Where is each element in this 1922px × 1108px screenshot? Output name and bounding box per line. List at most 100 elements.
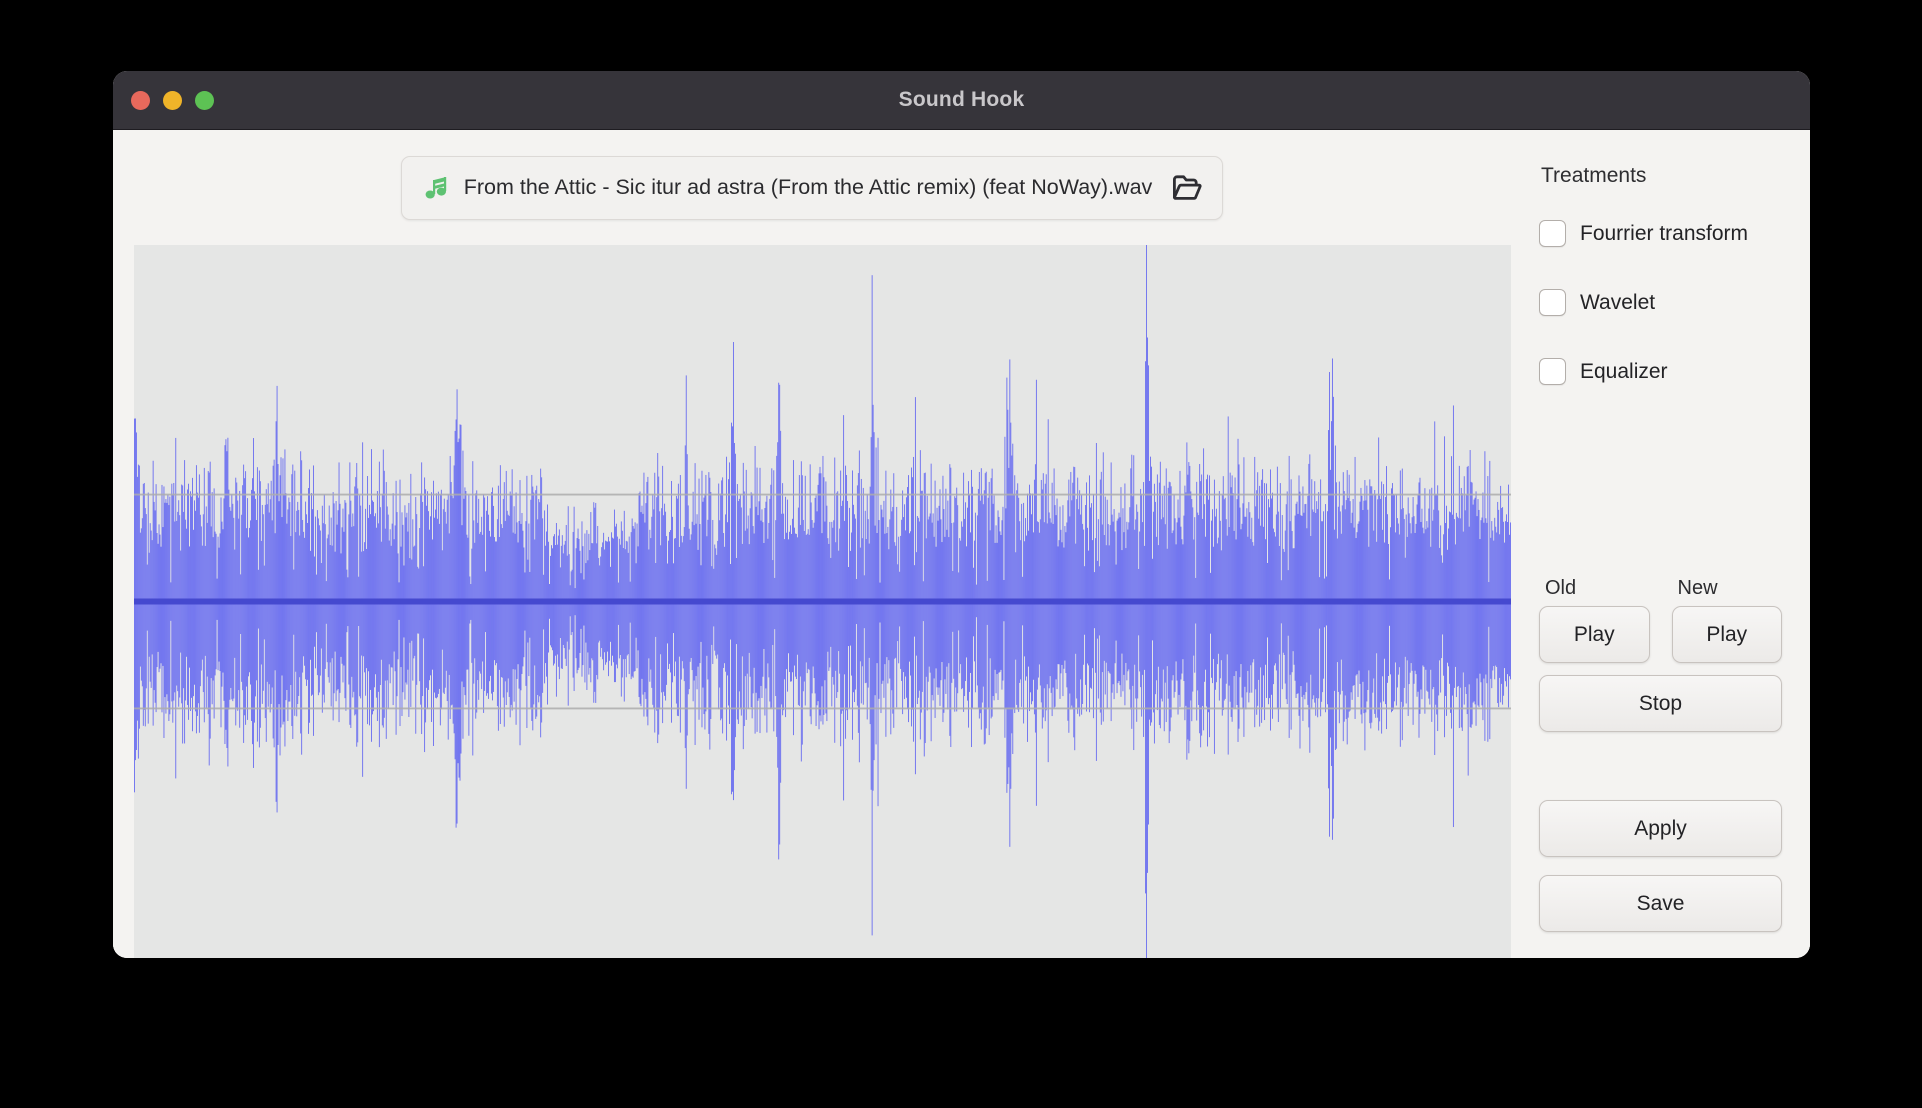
waveform-bar bbox=[1103, 535, 1105, 661]
waveform-bar bbox=[1034, 464, 1036, 733]
checkbox-equalizer[interactable] bbox=[1539, 358, 1566, 385]
waveform-bar bbox=[391, 523, 393, 668]
waveform-bar bbox=[1331, 421, 1332, 766]
waveform-bar bbox=[1136, 504, 1138, 722]
waveform-bar bbox=[1173, 494, 1175, 698]
waveform-bar bbox=[167, 494, 169, 702]
waveform-bar bbox=[1097, 519, 1099, 699]
waveform-bar bbox=[421, 462, 423, 735]
waveform-bar bbox=[1323, 511, 1325, 679]
waveform-bar bbox=[311, 493, 312, 696]
waveform-bar bbox=[189, 546, 190, 668]
waveform-bar bbox=[1257, 472, 1259, 706]
waveform-bar bbox=[1481, 517, 1483, 706]
waveform-bar bbox=[410, 473, 412, 707]
waveform-bar bbox=[1349, 501, 1351, 711]
treatment-wavelet[interactable]: Wavelet bbox=[1539, 289, 1782, 316]
file-chooser-field[interactable]: From the Attic - Sic itur ad astra (From… bbox=[400, 155, 1224, 220]
open-folder-icon[interactable] bbox=[1172, 174, 1202, 201]
waveform-bar bbox=[1193, 539, 1195, 656]
waveform-bar bbox=[1504, 542, 1506, 669]
waveform-bar bbox=[673, 538, 675, 677]
waveform-bar bbox=[1417, 495, 1419, 692]
waveform-bar bbox=[582, 546, 584, 666]
waveform-bar bbox=[464, 487, 466, 696]
waveform-canvas[interactable] bbox=[134, 245, 1511, 958]
waveform-bar bbox=[236, 482, 238, 708]
close-button[interactable] bbox=[131, 90, 150, 110]
waveform-bar bbox=[866, 494, 868, 720]
waveform-bar bbox=[1168, 481, 1170, 744]
waveform-bar bbox=[1207, 474, 1208, 747]
apply-button[interactable]: Apply bbox=[1539, 800, 1782, 857]
waveform-bar bbox=[185, 519, 187, 701]
waveform-bar bbox=[1469, 450, 1471, 728]
waveform-bar bbox=[1271, 498, 1272, 695]
waveform-bar bbox=[961, 521, 963, 690]
waveform-bar bbox=[429, 529, 430, 681]
waveform-bar bbox=[1467, 465, 1469, 776]
waveform-bar bbox=[1142, 522, 1144, 675]
waveform-bar bbox=[1355, 538, 1357, 676]
stop-button[interactable]: Stop bbox=[1539, 675, 1782, 732]
waveform-bar bbox=[151, 540, 153, 655]
waveform-bar bbox=[842, 500, 844, 711]
waveform-bar bbox=[929, 513, 931, 673]
treatment-fourier-transform[interactable]: Fourrier transform bbox=[1539, 220, 1782, 247]
waveform-bar bbox=[714, 544, 716, 651]
waveform-bar bbox=[248, 537, 249, 677]
waveform-bar bbox=[865, 539, 867, 683]
checkbox-fourier-transform[interactable] bbox=[1539, 220, 1566, 247]
waveform-bar bbox=[1218, 491, 1220, 701]
waveform-bar bbox=[835, 542, 837, 671]
waveform-bar bbox=[349, 462, 351, 725]
waveform-bar bbox=[797, 507, 799, 705]
waveform-bar bbox=[258, 470, 260, 748]
waveform-bar bbox=[387, 514, 389, 709]
waveform-bar bbox=[1487, 476, 1489, 742]
minimize-button[interactable] bbox=[163, 90, 182, 110]
treatment-equalizer[interactable]: Equalizer bbox=[1539, 358, 1782, 385]
waveform-bar bbox=[950, 467, 952, 748]
waveform-bar bbox=[939, 489, 941, 706]
waveform-bar bbox=[1402, 508, 1404, 707]
waveform-bar bbox=[803, 530, 805, 682]
waveform-bar bbox=[875, 447, 877, 745]
waveform-bar bbox=[943, 509, 945, 713]
waveform-bar bbox=[499, 465, 501, 725]
waveform-bar bbox=[1069, 516, 1071, 694]
waveform-bar bbox=[1340, 533, 1342, 660]
waveform-bar bbox=[1120, 487, 1122, 697]
waveform-bar bbox=[1110, 462, 1112, 722]
play-old-button[interactable]: Play bbox=[1539, 606, 1650, 663]
waveform-bar bbox=[1052, 523, 1054, 688]
waveform-bar bbox=[455, 419, 457, 828]
play-new-button[interactable]: Play bbox=[1671, 606, 1782, 663]
waveform-bar bbox=[666, 536, 668, 685]
save-button[interactable]: Save bbox=[1539, 875, 1782, 932]
waveform-bar bbox=[676, 498, 678, 716]
waveform-bar bbox=[1081, 495, 1083, 715]
waveform-bar bbox=[187, 489, 189, 705]
waveform-bar bbox=[332, 492, 334, 721]
waveform-bar bbox=[433, 517, 435, 693]
waveform-bar bbox=[1031, 514, 1032, 705]
maximize-button[interactable] bbox=[195, 90, 214, 110]
waveform-bar bbox=[484, 497, 486, 691]
waveform-bar bbox=[918, 521, 920, 691]
waveform-bar bbox=[1386, 466, 1387, 730]
waveform-bar bbox=[1305, 503, 1307, 693]
waveform-bar bbox=[192, 477, 193, 732]
waveform-bar bbox=[928, 516, 930, 667]
waveform-bar bbox=[600, 556, 602, 657]
waveform-bar bbox=[1368, 546, 1370, 671]
waveform-bar bbox=[443, 498, 445, 695]
waveform-bar bbox=[1064, 526, 1066, 661]
waveform-bar bbox=[684, 445, 686, 749]
waveform-bar bbox=[1016, 490, 1018, 705]
waveform-bar bbox=[366, 548, 368, 669]
checkbox-wavelet[interactable] bbox=[1539, 289, 1566, 316]
waveform-bar bbox=[631, 518, 633, 677]
waveform-bar bbox=[692, 491, 694, 702]
waveform-bar bbox=[576, 538, 578, 674]
